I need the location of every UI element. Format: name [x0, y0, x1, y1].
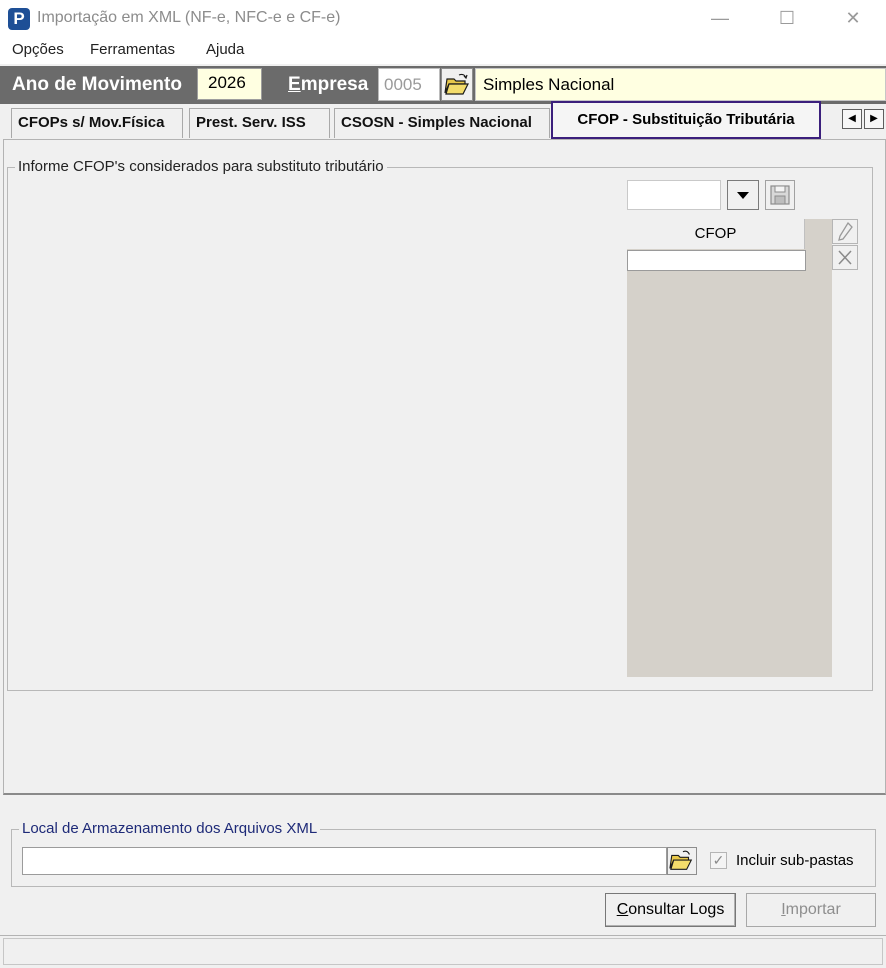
- pencil-icon: [838, 221, 853, 241]
- cfop-column-header: CFOP: [627, 219, 805, 249]
- storage-browse-button[interactable]: [667, 847, 697, 875]
- storage-group-label: Local de Armazenamento dos Arquivos XML: [19, 820, 321, 837]
- delete-icon: [838, 250, 852, 265]
- include-subfolders-checkbox[interactable]: ✓: [710, 852, 727, 869]
- cfop-group-label: Informe CFOP's considerados para substit…: [15, 158, 387, 175]
- tab-cfops-mov-fisica[interactable]: CFOPs s/ Mov.Física: [11, 108, 183, 138]
- maximize-icon[interactable]: ☐: [772, 8, 802, 28]
- storage-path-input[interactable]: [22, 847, 667, 875]
- tab-prest-serv-iss[interactable]: Prest. Serv. ISS: [189, 108, 330, 138]
- folder-open-icon: [444, 73, 469, 95]
- company-label: Empresa: [288, 74, 369, 95]
- menu-ferramentas[interactable]: Ferramentas: [90, 41, 175, 58]
- cfop-grid[interactable]: [627, 219, 832, 677]
- menu-ajuda[interactable]: Ajuda: [206, 41, 244, 58]
- chevron-down-icon: [737, 192, 749, 199]
- save-icon: [770, 185, 790, 205]
- cfop-select[interactable]: [627, 180, 721, 210]
- import-button[interactable]: Importar: [746, 893, 876, 927]
- close-icon[interactable]: ✕: [838, 8, 868, 28]
- company-name-field[interactable]: Simples Nacional: [475, 68, 886, 101]
- folder-open-icon: [669, 850, 693, 870]
- app-icon: P: [8, 8, 30, 30]
- include-subfolders-label: Incluir sub-pastas: [736, 852, 854, 869]
- company-open-button[interactable]: [441, 68, 473, 101]
- status-panel: [3, 938, 883, 965]
- window-title: Importação em XML (NF-e, NFC-e e CF-e): [37, 9, 341, 26]
- tab-csosn-simples[interactable]: CSOSN - Simples Nacional: [334, 108, 550, 138]
- grid-edit-button[interactable]: [832, 219, 858, 244]
- tab-cfop-substituicao[interactable]: CFOP - Substituição Tributária: [551, 101, 821, 139]
- cfop-save-button[interactable]: [765, 180, 795, 210]
- cfop-grid-row[interactable]: [627, 250, 806, 271]
- grid-delete-button[interactable]: [832, 245, 858, 270]
- tab-scroll-right-icon[interactable]: ▶: [864, 109, 884, 129]
- cfop-dropdown-button[interactable]: [727, 180, 759, 210]
- company-code-field[interactable]: 0005: [378, 68, 440, 101]
- menu-opcoes[interactable]: Opções: [12, 41, 64, 58]
- year-label: Ano de Movimento: [12, 74, 182, 95]
- year-field[interactable]: 2026: [197, 68, 262, 100]
- consult-logs-button[interactable]: Consultar Logs: [605, 893, 736, 927]
- tab-scroll-left-icon[interactable]: ◀: [842, 109, 862, 129]
- minimize-icon[interactable]: —: [705, 8, 735, 28]
